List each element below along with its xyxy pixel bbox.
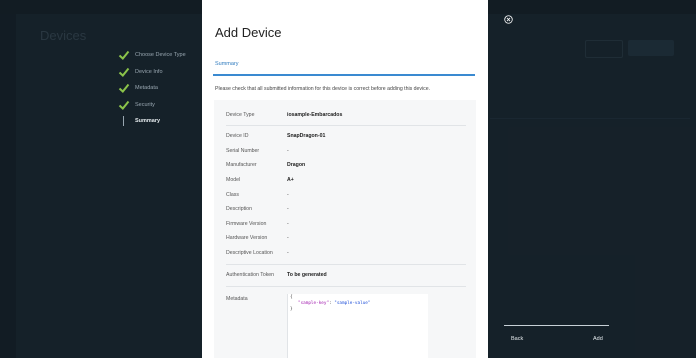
field-value: - bbox=[287, 206, 289, 212]
field-label: Hardware Version bbox=[226, 235, 268, 241]
field-value: - bbox=[287, 221, 289, 227]
summary-card: Device Type iosample-Embarcados Device I… bbox=[214, 100, 476, 358]
field-label: Firmware Version bbox=[226, 221, 267, 227]
field-value: SnapDragon-01 bbox=[287, 133, 326, 139]
step-label: Device Info bbox=[135, 68, 163, 75]
field-value: - bbox=[287, 235, 289, 241]
field-value: A+ bbox=[287, 177, 294, 183]
step-label: Security bbox=[135, 101, 155, 108]
close-circle-icon[interactable] bbox=[504, 15, 513, 24]
json-entry: "sample-key": "sample-value" bbox=[298, 301, 370, 306]
back-button[interactable]: Back bbox=[511, 336, 523, 342]
step-label: Metadata bbox=[135, 85, 158, 91]
metadata-json-viewer[interactable]: { "sample-key": "sample-value" } bbox=[287, 294, 428, 358]
json-open-brace: { bbox=[290, 295, 293, 300]
add-device-panel: Add Device Summary Please check that all… bbox=[202, 0, 488, 358]
wizard-steps: Choose Device Type Device Info Metadata … bbox=[118, 50, 208, 133]
step-security[interactable]: Security bbox=[118, 100, 208, 117]
modal-backdrop-right bbox=[488, 0, 696, 358]
field-value: - bbox=[287, 250, 289, 256]
field-label: Authentication Token bbox=[226, 272, 275, 278]
checkmark-icon bbox=[118, 83, 130, 93]
checkmark-icon bbox=[118, 50, 130, 60]
field-label: Model bbox=[226, 177, 241, 183]
json-close-brace: } bbox=[290, 307, 293, 312]
active-step-marker bbox=[123, 116, 124, 126]
tab-summary[interactable]: Summary bbox=[215, 61, 239, 67]
field-label: Descriptive Location bbox=[226, 250, 273, 256]
panel-title: Add Device bbox=[215, 25, 282, 40]
json-value: "sample-value" bbox=[334, 301, 371, 306]
step-summary[interactable]: Summary bbox=[118, 116, 208, 133]
field-value: To be generated bbox=[287, 272, 327, 278]
step-label: Summary bbox=[135, 118, 161, 124]
field-label: Class bbox=[226, 192, 239, 198]
field-value: - bbox=[287, 148, 289, 154]
field-label: Description bbox=[226, 206, 252, 212]
step-label: Choose Device Type bbox=[135, 52, 186, 58]
step-choose-device-type[interactable]: Choose Device Type bbox=[118, 50, 208, 67]
field-label: Metadata bbox=[226, 296, 248, 302]
divider bbox=[226, 264, 466, 265]
json-key: "sample-key" bbox=[298, 301, 330, 306]
field-label: Device Type bbox=[226, 112, 255, 118]
field-value: - bbox=[287, 192, 289, 198]
footer-divider bbox=[504, 325, 609, 326]
field-label: Manufacturer bbox=[226, 162, 257, 168]
field-value: Dragon bbox=[287, 162, 306, 168]
tab-underline bbox=[213, 74, 475, 76]
step-device-info[interactable]: Device Info bbox=[118, 67, 208, 84]
divider bbox=[226, 125, 466, 126]
step-metadata[interactable]: Metadata bbox=[118, 83, 208, 100]
field-label: Serial Number bbox=[226, 148, 260, 154]
add-button[interactable]: Add bbox=[593, 336, 603, 342]
divider bbox=[226, 286, 466, 287]
field-value: iosample-Embarcados bbox=[287, 112, 343, 118]
summary-intro-text: Please check that all submitted informat… bbox=[215, 86, 431, 92]
checkmark-icon bbox=[118, 100, 130, 110]
checkmark-icon bbox=[118, 67, 130, 77]
field-label: Device ID bbox=[226, 133, 249, 139]
